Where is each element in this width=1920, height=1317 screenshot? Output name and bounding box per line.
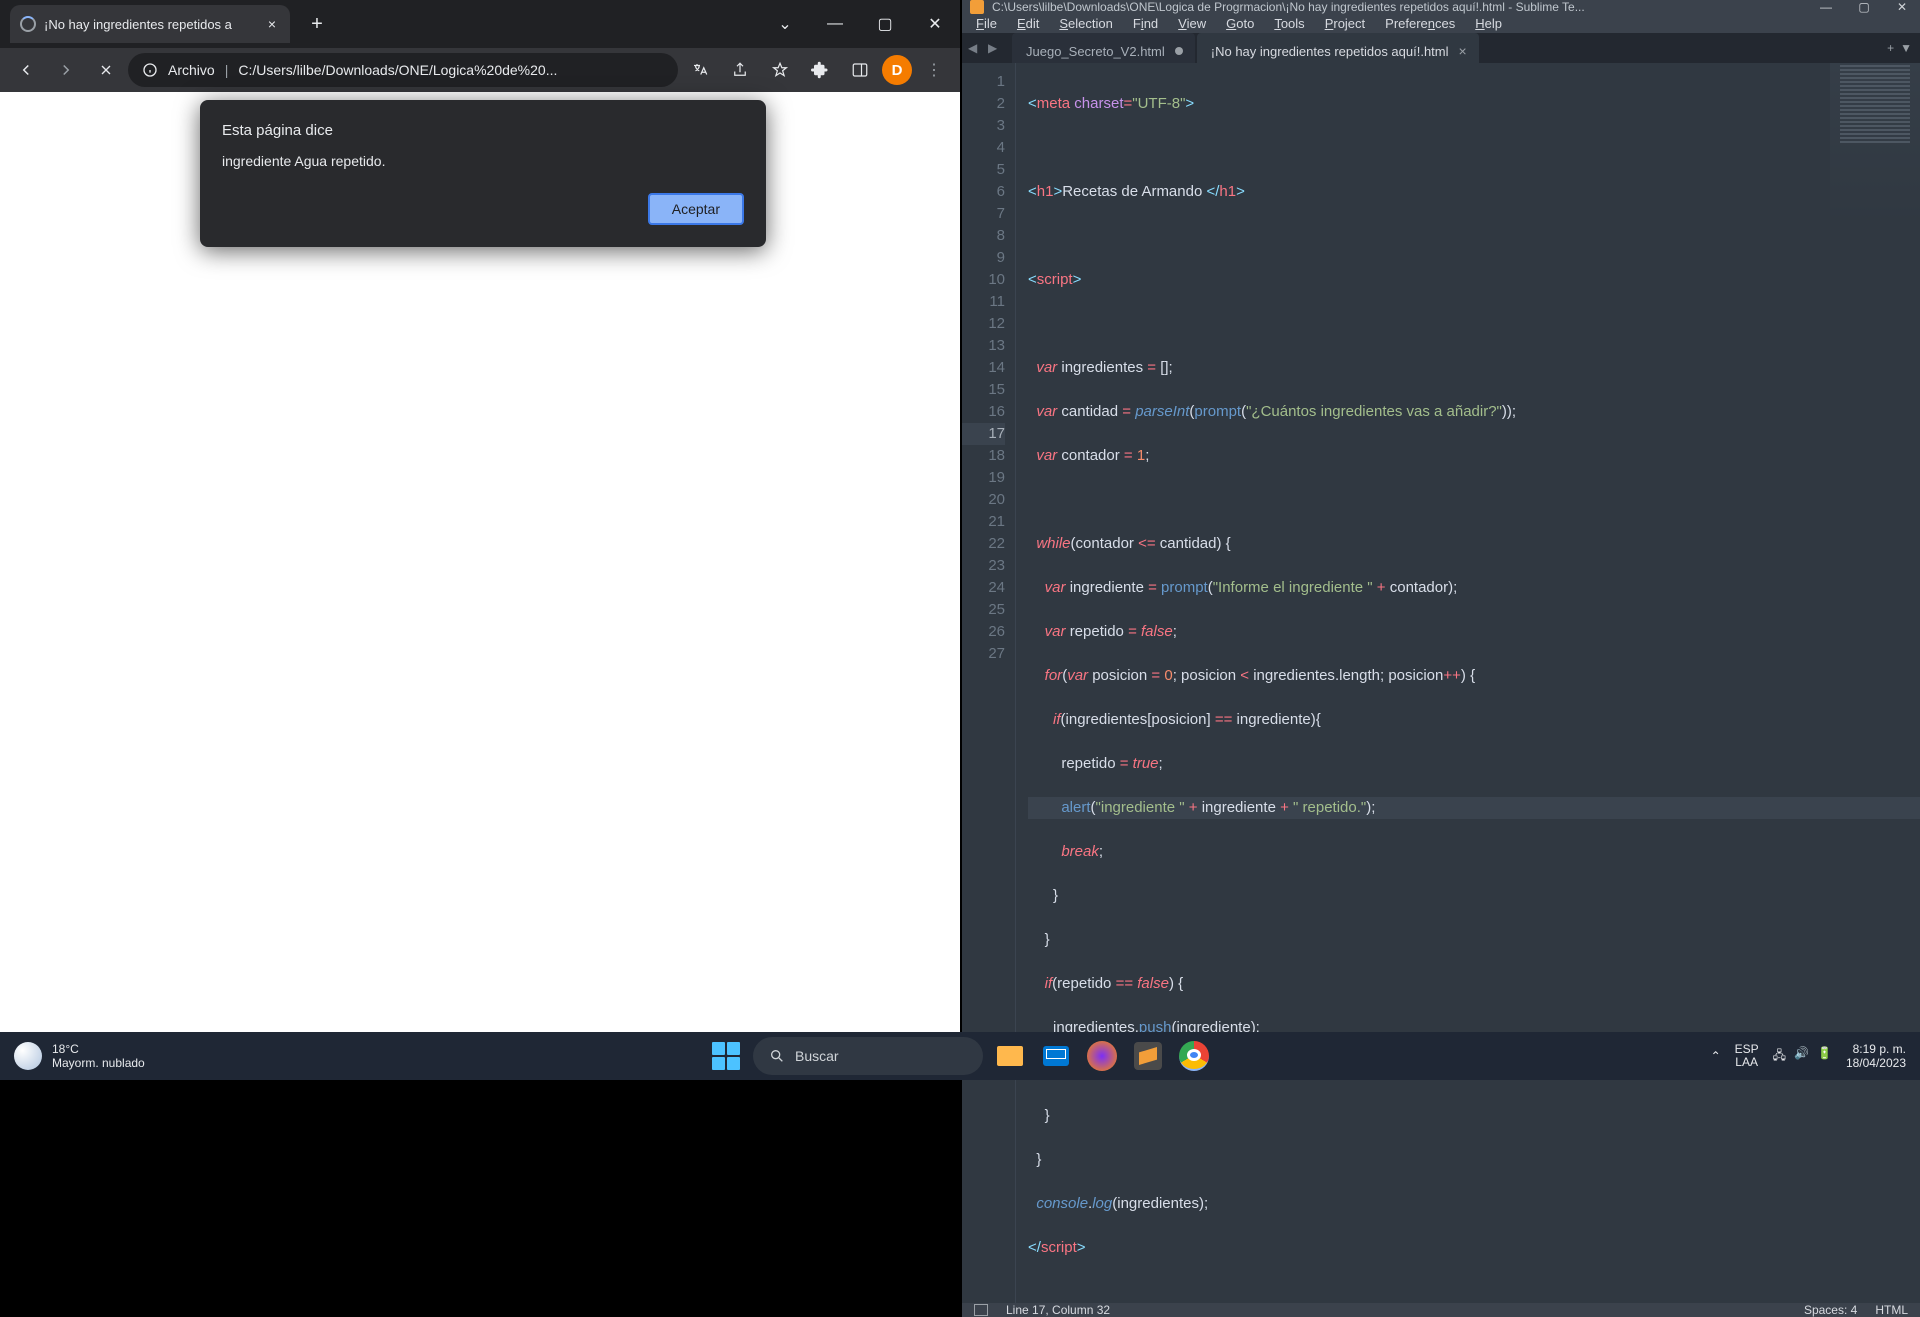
sublime-app-icon xyxy=(970,0,984,14)
tab-dropdown-icon[interactable]: ▼ xyxy=(1900,41,1912,55)
favicon-loading-icon xyxy=(20,16,36,32)
status-indent[interactable]: Spaces: 4 xyxy=(1804,1303,1857,1317)
menu-find[interactable]: Find xyxy=(1125,14,1166,33)
sublime-titlebar: C:\Users\lilbe\Downloads\ONE\Logica de P… xyxy=(962,0,1920,14)
share-icon[interactable] xyxy=(722,52,758,88)
tray-chevron-icon[interactable]: ⌃ xyxy=(1711,1049,1721,1063)
minimize-button[interactable]: — xyxy=(810,2,860,46)
tray-network-icon[interactable]: 🖧 xyxy=(1773,1046,1786,1067)
maximize-button[interactable]: ▢ xyxy=(860,2,910,46)
javascript-alert-dialog: Esta página dice ingrediente Agua repeti… xyxy=(200,100,766,247)
menu-goto[interactable]: Goto xyxy=(1218,14,1262,33)
side-panel-icon[interactable] xyxy=(842,52,878,88)
forward-button[interactable] xyxy=(48,52,84,88)
url-separator: | xyxy=(225,62,229,78)
new-tab-plus-icon[interactable]: + xyxy=(1887,41,1894,55)
taskbar-chrome-icon[interactable] xyxy=(1175,1037,1213,1075)
taskbar-mail-icon[interactable] xyxy=(1037,1037,1075,1075)
menu-project[interactable]: Project xyxy=(1317,14,1373,33)
sublime-window-title: C:\Users\lilbe\Downloads\ONE\Logica de P… xyxy=(992,0,1802,14)
minimize-button[interactable]: — xyxy=(1816,0,1836,14)
line-number-gutter: 1234567891011121314151617181920212223242… xyxy=(962,63,1016,1303)
extensions-icon[interactable] xyxy=(802,52,838,88)
tab-label: ¡No hay ingredientes repetidos aquí!.htm… xyxy=(1211,44,1449,59)
translate-icon[interactable] xyxy=(682,52,718,88)
search-placeholder: Buscar xyxy=(795,1048,839,1064)
close-button[interactable]: ✕ xyxy=(910,2,960,46)
close-button[interactable]: ✕ xyxy=(1892,0,1912,14)
dialog-ok-button[interactable]: Aceptar xyxy=(648,193,744,225)
weather-desc: Mayorm. nublado xyxy=(52,1056,145,1070)
code-content[interactable]: <meta charset="UTF-8"> <h1>Recetas de Ar… xyxy=(1016,63,1920,1303)
menu-help[interactable]: Help xyxy=(1467,14,1510,33)
sublime-tab-row: ◀ ▶ Juego_Secreto_V2.html ¡No hay ingred… xyxy=(962,33,1920,63)
modified-dot-icon xyxy=(1175,47,1183,55)
tab-label: Juego_Secreto_V2.html xyxy=(1026,44,1165,59)
taskbar-firefox-icon[interactable] xyxy=(1083,1037,1121,1075)
menu-selection[interactable]: Selection xyxy=(1051,14,1120,33)
maximize-button[interactable]: ▢ xyxy=(1854,0,1874,14)
tab-close-icon[interactable]: × xyxy=(1459,43,1467,59)
status-syntax[interactable]: HTML xyxy=(1875,1303,1908,1317)
taskbar-explorer-icon[interactable] xyxy=(991,1037,1029,1075)
search-icon xyxy=(769,1048,785,1064)
menu-edit[interactable]: Edit xyxy=(1009,14,1047,33)
taskbar-search[interactable]: Buscar xyxy=(753,1037,983,1075)
chrome-toolbar: Archivo | C:/Users/lilbe/Downloads/ONE/L… xyxy=(0,48,960,92)
tray-volume-icon[interactable]: 🔊 xyxy=(1794,1046,1809,1067)
star-icon[interactable] xyxy=(762,52,798,88)
tray-battery-icon[interactable]: 🔋 xyxy=(1817,1046,1832,1067)
stop-reload-button[interactable] xyxy=(88,52,124,88)
weather-icon xyxy=(14,1042,42,1070)
menu-file[interactable]: File xyxy=(968,14,1005,33)
taskbar-sublime-icon[interactable] xyxy=(1129,1037,1167,1075)
start-button[interactable] xyxy=(707,1037,745,1075)
new-tab-button[interactable]: + xyxy=(300,7,334,41)
status-cursor-position[interactable]: Line 17, Column 32 xyxy=(1006,1303,1110,1317)
chevron-down-icon[interactable]: ⌄ xyxy=(760,2,810,46)
menu-tools[interactable]: Tools xyxy=(1266,14,1312,33)
sublime-menubar: File Edit Selection Find View Goto Tools… xyxy=(962,14,1920,33)
windows-taskbar: 18°C Mayorm. nublado Buscar ⌃ ESPLAA 🖧 🔊… xyxy=(0,1032,1920,1080)
tab-close-icon[interactable]: × xyxy=(264,16,280,32)
address-bar[interactable]: Archivo | C:/Users/lilbe/Downloads/ONE/L… xyxy=(128,53,678,87)
browser-tab[interactable]: ¡No hay ingredientes repetidos a × xyxy=(10,5,290,43)
info-icon xyxy=(142,62,158,78)
editor-area[interactable]: 1234567891011121314151617181920212223242… xyxy=(962,63,1920,1303)
tray-clock[interactable]: 8:19 p. m.18/04/2023 xyxy=(1846,1042,1906,1070)
sublime-status-bar: Line 17, Column 32 Spaces: 4 HTML xyxy=(962,1303,1920,1317)
back-button[interactable] xyxy=(8,52,44,88)
weather-temp: 18°C xyxy=(52,1042,145,1056)
url-scheme-label: Archivo xyxy=(168,62,215,78)
panel-switcher-icon[interactable] xyxy=(974,1304,988,1316)
kebab-menu-icon[interactable]: ⋮ xyxy=(916,52,952,88)
dialog-title: Esta página dice xyxy=(222,122,744,139)
menu-view[interactable]: View xyxy=(1170,14,1214,33)
url-text: C:/Users/lilbe/Downloads/ONE/Logica%20de… xyxy=(238,62,557,78)
minimap[interactable] xyxy=(1830,63,1920,233)
tab-juego-secreto[interactable]: Juego_Secreto_V2.html xyxy=(1012,33,1195,63)
tab-no-hay-ingredientes[interactable]: ¡No hay ingredientes repetidos aquí!.htm… xyxy=(1197,33,1479,63)
chrome-titlebar: ¡No hay ingredientes repetidos a × + ⌄ —… xyxy=(0,0,960,48)
tab-history-back-icon[interactable]: ◀ xyxy=(968,41,986,55)
taskbar-weather[interactable]: 18°C Mayorm. nublado xyxy=(14,1042,145,1070)
profile-avatar[interactable]: D xyxy=(882,55,912,85)
tab-title: ¡No hay ingredientes repetidos a xyxy=(44,17,256,32)
tray-language[interactable]: ESPLAA xyxy=(1735,1043,1759,1069)
menu-preferences[interactable]: Preferences xyxy=(1377,14,1463,33)
tab-history-forward-icon[interactable]: ▶ xyxy=(988,41,1006,55)
dialog-message: ingrediente Agua repetido. xyxy=(222,153,744,169)
